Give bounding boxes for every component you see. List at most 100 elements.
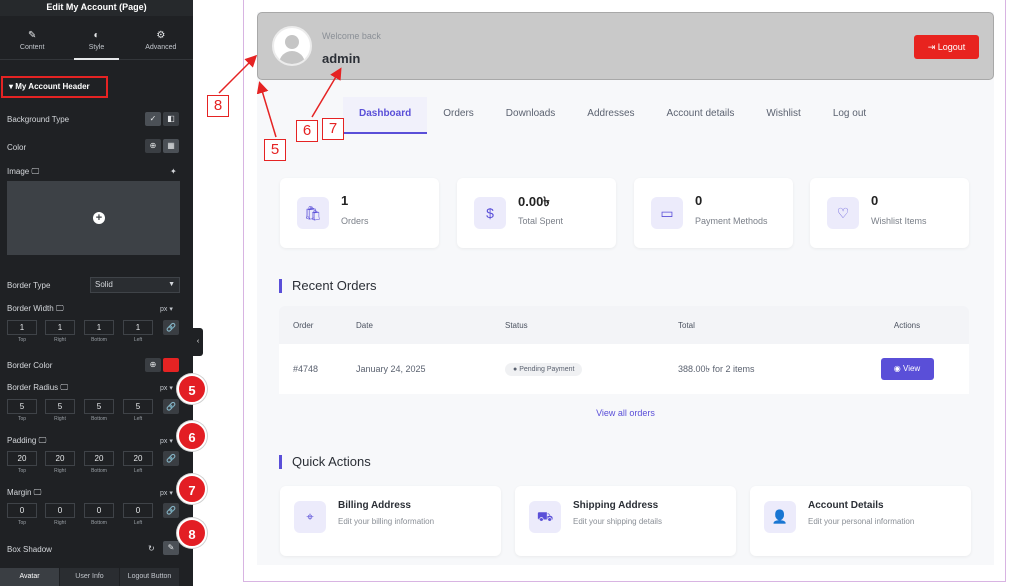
stat-card-wishlist: ♡ 0 Wishlist Items [810, 178, 969, 248]
edit-pencil-icon[interactable]: ✎ [163, 541, 179, 555]
border-width-left[interactable]: 1 [123, 320, 153, 335]
tab-user-info[interactable]: User Info [60, 568, 120, 586]
padding-bottom[interactable]: 20 [84, 451, 114, 466]
qa-title: Shipping Address [573, 500, 659, 511]
annotation-8: 8 [207, 95, 229, 117]
caption-top: Top [17, 468, 27, 474]
border-width-top[interactable]: 1 [7, 320, 37, 335]
stat-label: Wishlist Items [871, 216, 927, 226]
tab-style[interactable]: ◐ Style [64, 16, 128, 60]
editor-panel: Edit My Account (Page) ✎ Content ◐ Style… [0, 0, 193, 586]
order-action-cell: ◉ View [845, 358, 969, 380]
desktop-icon: 🖵 [31, 167, 40, 176]
margin-unit[interactable]: px ▾ [160, 489, 173, 497]
globe-icon[interactable]: ⊕ [145, 139, 161, 153]
nav-orders[interactable]: Orders [427, 97, 490, 134]
bg-gradient-button[interactable]: ◧ [163, 112, 179, 126]
editor-tabs: ✎ Content ◐ Style ⚙ Advanced [0, 16, 193, 60]
user-icon: 👤 [764, 501, 796, 533]
nav-downloads[interactable]: Downloads [490, 97, 571, 134]
tab-content[interactable]: ✎ Content [0, 16, 64, 59]
margin-label: Margin 🖵 [7, 488, 42, 497]
tab-logout-button[interactable]: Logout Button [120, 568, 180, 586]
collapse-panel-button[interactable]: ‹ [193, 328, 203, 356]
bg-classic-button[interactable]: ✓ [145, 112, 161, 126]
padding-unit[interactable]: px ▾ [160, 437, 173, 445]
nav-logout[interactable]: Log out [817, 97, 882, 134]
status-badge: ● Pending Payment [505, 362, 583, 376]
view-all-orders-link[interactable]: View all orders [257, 408, 994, 418]
border-width-right[interactable]: 1 [45, 320, 75, 335]
recent-orders-title: Recent Orders [279, 279, 377, 293]
avatar [272, 26, 312, 66]
section-header-my-account-header[interactable]: ▾ My Account Header [1, 76, 108, 98]
view-order-button[interactable]: ◉ View [880, 358, 934, 380]
table-row: #4748 January 24, 2025 ● Pending Payment… [279, 344, 969, 394]
caption-bottom: Bottom [91, 337, 107, 343]
stat-card-payment-methods: ▭ 0 Payment Methods [634, 178, 793, 248]
margin-left[interactable]: 0 [123, 503, 153, 518]
stat-value: 0 [871, 193, 879, 208]
annotation-7: 7 [322, 118, 344, 140]
link-icon[interactable]: 🔗 [163, 399, 179, 414]
location-pin-icon: ⌖ [294, 501, 326, 533]
reset-icon[interactable]: ↻ [148, 544, 155, 553]
order-total: 388.00৳ for 2 items [678, 363, 755, 374]
border-radius-left[interactable]: 5 [123, 399, 153, 414]
col-actions: Actions [893, 320, 921, 330]
qa-title: Account Details [808, 500, 884, 511]
globe-icon[interactable]: ⊕ [145, 358, 161, 372]
view-label: View [903, 364, 921, 373]
border-radius-right[interactable]: 5 [45, 399, 75, 414]
background-type-label: Background Type [7, 115, 70, 124]
caption-right: Right [54, 468, 66, 474]
padding-left[interactable]: 20 [123, 451, 153, 466]
nav-addresses[interactable]: Addresses [571, 97, 650, 134]
border-type-select[interactable]: Solid ▼ [90, 277, 180, 293]
color-swatch[interactable]: ▦ [163, 139, 179, 153]
orders-table: Order Date Status Total Actions #4748 Ja… [279, 306, 969, 394]
plus-icon: + [93, 212, 105, 224]
margin-bottom[interactable]: 0 [84, 503, 114, 518]
padding-right[interactable]: 20 [45, 451, 75, 466]
border-radius-bottom[interactable]: 5 [84, 399, 114, 414]
nav-dashboard[interactable]: Dashboard [343, 97, 428, 134]
tab-avatar[interactable]: Avatar [0, 568, 60, 586]
avatar-body [279, 51, 305, 64]
col-total: Total [678, 320, 695, 330]
nav-wishlist[interactable]: Wishlist [750, 97, 816, 134]
welcome-text: Welcome back [322, 31, 381, 41]
quick-action-billing[interactable]: ⌖ Billing Address Edit your billing info… [280, 486, 501, 556]
box-shadow-label: Box Shadow [7, 545, 52, 554]
logout-label: Logout [937, 42, 966, 52]
quick-action-shipping[interactable]: ⛟ Shipping Address Edit your shipping de… [515, 486, 736, 556]
caption-top: Top [17, 416, 27, 422]
my-account-widget: Welcome back admin ⇥ Logout Dashboard Or… [257, 12, 994, 565]
ai-sparkle-icon[interactable]: ✦ [170, 167, 177, 176]
logout-button[interactable]: ⇥ Logout [914, 35, 979, 59]
border-color-swatch[interactable] [163, 358, 179, 372]
image-label: Image 🖵 [7, 167, 40, 176]
quick-action-account[interactable]: 👤 Account Details Edit your personal inf… [750, 486, 971, 556]
nav-account-details[interactable]: Account details [651, 97, 751, 134]
caption-right: Right [54, 520, 66, 526]
account-nav: Dashboard Orders Downloads Addresses Acc… [343, 97, 882, 134]
link-icon[interactable]: 🔗 [163, 503, 179, 518]
link-icon[interactable]: 🔗 [163, 451, 179, 466]
tab-advanced[interactable]: ⚙ Advanced [129, 16, 193, 59]
border-width-unit[interactable]: px ▾ [160, 305, 173, 313]
caption-left: Left [133, 337, 143, 343]
padding-label: Padding 🖵 [7, 436, 47, 445]
tab-content-label: Content [19, 44, 45, 51]
margin-right[interactable]: 0 [45, 503, 75, 518]
image-upload-area[interactable]: + [7, 181, 180, 255]
color-label: Color [7, 143, 27, 152]
border-radius-top[interactable]: 5 [7, 399, 37, 414]
stat-value: 0.00৳ [518, 194, 550, 209]
link-icon[interactable]: 🔗 [163, 320, 179, 335]
border-width-bottom[interactable]: 1 [84, 320, 114, 335]
padding-top[interactable]: 20 [7, 451, 37, 466]
order-status-cell: ● Pending Payment [505, 362, 678, 376]
border-radius-unit[interactable]: px ▾ [160, 384, 173, 392]
margin-top[interactable]: 0 [7, 503, 37, 518]
